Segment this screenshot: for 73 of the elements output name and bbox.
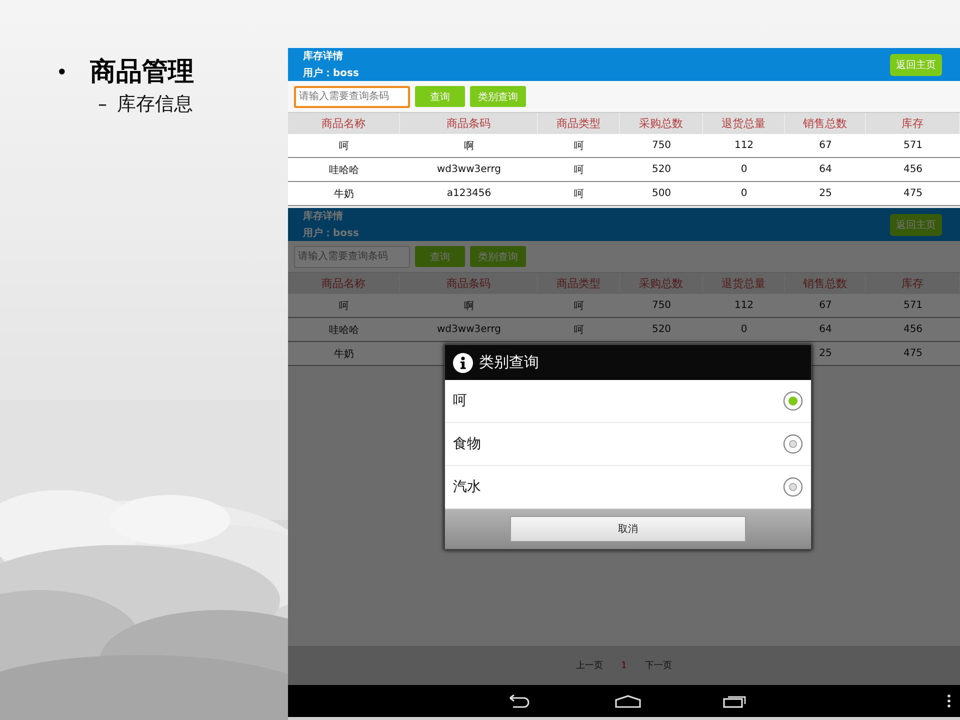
cancel-button[interactable]: 取消 [510,516,746,542]
table-cell-text: 67 [818,299,833,313]
table-cell-text: 750 [650,299,672,313]
table-cell-text: 呵 [338,300,350,314]
dash: – [98,94,107,114]
table-cell-text: 啊 [463,140,475,154]
table-cell-text: 475 [902,187,924,201]
home-button[interactable]: 返回主页 [890,54,942,76]
table-cell-text: 64 [818,163,833,177]
table-cell-text: 67 [818,139,833,153]
option-label: 汽水 [453,478,481,496]
option-label: 食物 [453,435,481,453]
table-cell-text: 520 [650,323,672,337]
slide-heading: 商品管理 [90,56,194,89]
table-cell-text: 呵 [573,300,585,314]
search-button[interactable]: 查询 [415,246,465,267]
table-cell-text: 64 [818,323,833,337]
table-cell-text: 25 [818,187,833,201]
next-page-link[interactable]: 下一页 [644,659,672,672]
search-field[interactable]: 请输入需要查询条码 [294,86,410,108]
table-cell-text: 0 [740,323,748,337]
home-button[interactable]: 返回主页 [890,214,942,236]
page-title: 库存详情 [303,49,344,63]
option-row[interactable]: 呵 [445,380,811,423]
table-cell-text: wd3ww3errg [436,163,502,177]
table-cell-text: 571 [902,299,924,313]
table-cell-text: 牛奶 [333,188,355,202]
table-cell-text: 112 [733,299,755,313]
option-label: 呵 [453,392,467,410]
table-cell-text: 呵 [573,188,585,202]
radio-button[interactable] [783,434,803,454]
option-row[interactable]: 食物 [445,423,811,466]
table-cell-text: 牛奶 [333,348,355,362]
table-cell-text: 520 [650,163,672,177]
category-search-button[interactable]: 类别查询 [470,86,526,107]
page-title: 库存详情 [303,209,344,223]
page-number[interactable]: 1 [621,660,627,670]
info-icon [453,352,473,372]
user-label: 用户：boss [303,66,359,80]
table-cell-text: 750 [650,139,672,153]
slide-subheading: 库存信息 [117,92,193,117]
table-cell-text: 475 [902,347,924,361]
table-cell-text: 25 [818,347,833,361]
back-icon[interactable] [507,694,531,708]
radio-button[interactable] [783,391,803,411]
search-field[interactable]: 请输入需要查询条码 [294,246,410,268]
table-cell-text: 呵 [573,140,585,154]
table-cell-text: 呵 [338,140,350,154]
table-cell-text: 呵 [573,324,585,338]
table-cell-text: a123456 [446,187,492,201]
table-cell-text: 哇哈哈 [328,164,360,178]
table-cell-text: 哇哈哈 [328,324,360,338]
table-cell-text: wd3ww3errg [436,323,502,337]
bullet: • [56,60,68,84]
recent-apps-icon[interactable] [723,694,747,708]
table-cell-text: 456 [902,163,924,177]
radio-button[interactable] [783,477,803,497]
table-cell-text: 500 [650,187,672,201]
table-cell-text: 112 [733,139,755,153]
search-button[interactable]: 查询 [415,86,465,107]
table-cell-text: 0 [740,187,748,201]
table-cell-text: 456 [902,323,924,337]
table-cell-text: 啊 [463,300,475,314]
option-row[interactable]: 汽水 [445,466,811,509]
category-search-button[interactable]: 类别查询 [470,246,526,267]
table-cell-text: 呵 [573,164,585,178]
user-label: 用户：boss [303,226,359,240]
home-icon[interactable] [615,694,641,708]
dialog-title: 类别查询 [479,353,539,372]
table-cell-text: 0 [740,163,748,177]
overflow-menu-icon[interactable] [947,694,951,708]
table-cell-text: 571 [902,139,924,153]
prev-page-link[interactable]: 上一页 [576,659,604,672]
